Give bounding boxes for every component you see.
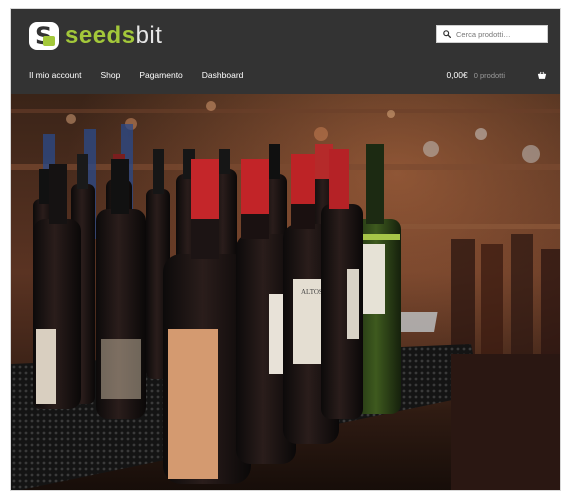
logo-mark-icon: S — [29, 22, 59, 50]
header-cart[interactable]: 0,00€ 0 prodotti — [446, 70, 547, 80]
logo-text-seeds: seeds — [65, 22, 136, 49]
site-logo[interactable]: S seedsbit — [29, 22, 162, 50]
hero-image: ALTOS — [11, 94, 560, 490]
primary-nav: Il mio account Shop Pagamento Dashboard — [29, 70, 243, 80]
nav-item-account[interactable]: Il mio account — [29, 70, 81, 80]
hero-photo-wine-bottles: ALTOS — [11, 94, 560, 490]
search-icon — [443, 30, 451, 38]
cart-total: 0,00€ — [446, 70, 468, 80]
basket-icon[interactable] — [537, 71, 547, 80]
logo-text-bit: bit — [135, 22, 163, 49]
product-search[interactable] — [436, 25, 548, 43]
nav-item-shop[interactable]: Shop — [100, 70, 120, 80]
nav-item-dashboard[interactable]: Dashboard — [202, 70, 244, 80]
search-input[interactable] — [456, 29, 536, 39]
cart-count: 0 prodotti — [473, 70, 505, 80]
site-header: S seedsbit Il mio account Shop Pagamento… — [11, 9, 560, 94]
hero-label-text: ALTOS — [301, 288, 323, 296]
browser-viewport: S seedsbit Il mio account Shop Pagamento… — [10, 8, 561, 491]
logo-text: seedsbit — [65, 22, 162, 50]
nav-item-pagamento[interactable]: Pagamento — [139, 70, 182, 80]
